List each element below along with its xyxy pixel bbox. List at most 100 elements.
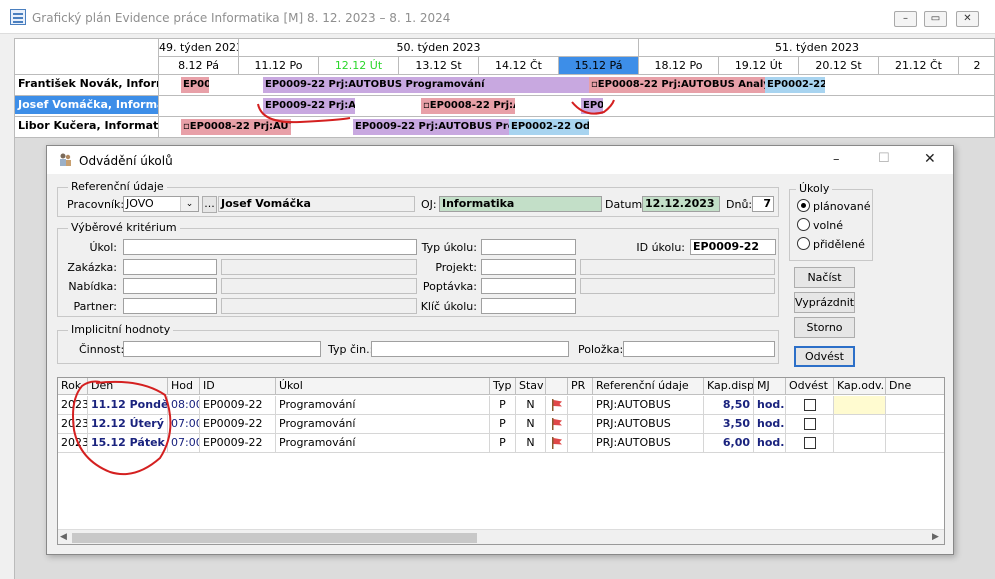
- task-bar[interactable]: ▫EP0008-22 Prj:AUT: [421, 98, 515, 114]
- task-bar[interactable]: EP0009-22 Prj:AUTOBUS Programování: [263, 77, 589, 93]
- gantt-row-label-selected[interactable]: Josef Vomáčka, Informat: [15, 96, 158, 114]
- projekt-input[interactable]: [481, 259, 576, 275]
- col-header[interactable]: Dne: [886, 378, 944, 395]
- id-ukolu-input[interactable]: EP0009-22: [690, 239, 776, 255]
- dialog-maximize-button[interactable]: ☐: [878, 151, 890, 166]
- day-header[interactable]: 20.12 St: [799, 57, 879, 75]
- cell-kap-odv[interactable]: [834, 396, 886, 415]
- cell-pr: [568, 434, 593, 453]
- vyprazdnit-button[interactable]: Vyprázdnit: [794, 292, 855, 313]
- klic-ukolu-input[interactable]: [481, 298, 576, 314]
- day-header-selected[interactable]: 15.12 Pá: [559, 57, 639, 75]
- col-header[interactable]: MJ: [754, 378, 786, 395]
- day-header[interactable]: 19.12 Út: [719, 57, 799, 75]
- day-header[interactable]: 2: [959, 57, 995, 75]
- dnu-input[interactable]: 7: [752, 196, 774, 212]
- gantt-row-label[interactable]: Libor Kučera, Informatik: [18, 117, 158, 135]
- main-minimize-button[interactable]: –: [894, 11, 917, 27]
- odvadeni-dialog: Odvádění úkolů – ☐ ✕ Referenční údaje Pr…: [46, 145, 954, 555]
- typ-cin-input[interactable]: [371, 341, 569, 357]
- odvest-checkbox[interactable]: [804, 399, 816, 411]
- cell-kap-odv[interactable]: [834, 434, 886, 453]
- task-bar[interactable]: EP0009-22 Prj:AUTOBUS Programo: [353, 119, 509, 135]
- scroll-right-icon[interactable]: ▶: [932, 532, 939, 542]
- cell-ukol: Programování: [276, 434, 490, 453]
- task-bar[interactable]: EP0009-22 Prj:AUTO: [263, 98, 355, 114]
- row-divider: [15, 95, 995, 96]
- task-bar[interactable]: ▫EP0008-22 Prj:AUTOBU: [181, 119, 291, 135]
- day-header[interactable]: 21.12 Čt: [879, 57, 959, 75]
- cell-ref: PRJ:AUTOBUS: [593, 415, 704, 434]
- dialog-close-button[interactable]: ✕: [924, 151, 936, 167]
- cell-hod: 08:00: [168, 396, 200, 415]
- col-header[interactable]: Kap.disp.: [704, 378, 754, 395]
- cell-id: EP0009-22: [200, 415, 276, 434]
- cell-id: EP0009-22: [200, 396, 276, 415]
- scroll-left-icon[interactable]: ◀: [60, 532, 67, 542]
- cell-stav: N: [516, 415, 546, 434]
- main-close-button[interactable]: ✕: [956, 11, 979, 27]
- day-header[interactable]: 13.12 St: [399, 57, 479, 75]
- partner-input[interactable]: [123, 298, 217, 314]
- odvest-checkbox[interactable]: [804, 437, 816, 449]
- cell-kap-odv[interactable]: [834, 415, 886, 434]
- task-bar[interactable]: EP0002-22 Odvád: [509, 119, 589, 135]
- col-header[interactable]: Den: [88, 378, 168, 395]
- polozka-input[interactable]: [623, 341, 775, 357]
- radio-volne[interactable]: [797, 218, 810, 231]
- poptavka-name-field: [580, 278, 775, 294]
- task-bar[interactable]: ▫EP0008-22 Prj:AUTOBUS Analýza pro: [589, 77, 765, 93]
- col-header[interactable]: Odvést: [786, 378, 834, 395]
- chevron-down-icon[interactable]: ⌄: [180, 197, 198, 211]
- cell-flag: [546, 434, 568, 453]
- col-header[interactable]: Referenční údaje: [593, 378, 704, 395]
- gantt-row-label[interactable]: František Novák, Informa: [18, 75, 158, 93]
- oj-label: OJ:: [421, 198, 437, 211]
- task-bar[interactable]: EP0: [581, 98, 603, 114]
- odvest-checkbox[interactable]: [804, 418, 816, 430]
- cell-pr: [568, 396, 593, 415]
- dnu-label: Dnů:: [726, 198, 753, 211]
- cell-id: EP0009-22: [200, 434, 276, 453]
- col-header[interactable]: Typ: [490, 378, 516, 395]
- cell-rok: 2023: [58, 396, 88, 415]
- ukol-input[interactable]: [123, 239, 417, 255]
- day-header[interactable]: 8.12 Pá: [159, 57, 239, 75]
- col-header[interactable]: PR: [568, 378, 593, 395]
- day-header[interactable]: 14.12 Čt: [479, 57, 559, 75]
- typ-ukolu-input[interactable]: [481, 239, 576, 255]
- day-header[interactable]: 18.12 Po: [639, 57, 719, 75]
- day-header[interactable]: 11.12 Po: [239, 57, 319, 75]
- col-header[interactable]: Hod: [168, 378, 200, 395]
- nacist-button[interactable]: Načíst: [794, 267, 855, 288]
- pracovnik-browse-button[interactable]: ...: [202, 196, 217, 213]
- row-divider: [15, 116, 995, 117]
- horizontal-scrollbar[interactable]: ◀ ▶: [58, 529, 944, 544]
- col-header[interactable]: Kap.odv.: [834, 378, 886, 395]
- main-restore-button[interactable]: ▭: [924, 11, 947, 27]
- col-header[interactable]: [546, 378, 568, 395]
- radio-pridelene[interactable]: [797, 237, 810, 250]
- zakazka-input[interactable]: [123, 259, 217, 275]
- task-bar[interactable]: EP000: [181, 77, 209, 93]
- odvest-button[interactable]: Odvést: [794, 346, 855, 367]
- cell-stav: N: [516, 396, 546, 415]
- task-bar[interactable]: EP0002-22 Oc: [765, 77, 825, 93]
- ukol-label: Úkol:: [89, 241, 117, 254]
- scrollbar-thumb[interactable]: [72, 533, 477, 543]
- col-header[interactable]: Rok: [58, 378, 88, 395]
- col-header[interactable]: Úkol: [276, 378, 490, 395]
- col-header[interactable]: ID: [200, 378, 276, 395]
- projekt-name-field: [580, 259, 775, 275]
- col-header[interactable]: Stav: [516, 378, 546, 395]
- cinnost-label: Činnost:: [79, 343, 125, 356]
- app-icon: [10, 9, 26, 25]
- dialog-minimize-button[interactable]: –: [833, 152, 840, 167]
- cinnost-input[interactable]: [123, 341, 321, 357]
- radio-planovane[interactable]: [797, 199, 810, 212]
- day-header-today[interactable]: 12.12 Út: [319, 57, 399, 75]
- poptavka-input[interactable]: [481, 278, 576, 294]
- nabidka-input[interactable]: [123, 278, 217, 294]
- datum-field[interactable]: 12.12.2023: [642, 196, 720, 212]
- storno-button[interactable]: Storno: [794, 317, 855, 338]
